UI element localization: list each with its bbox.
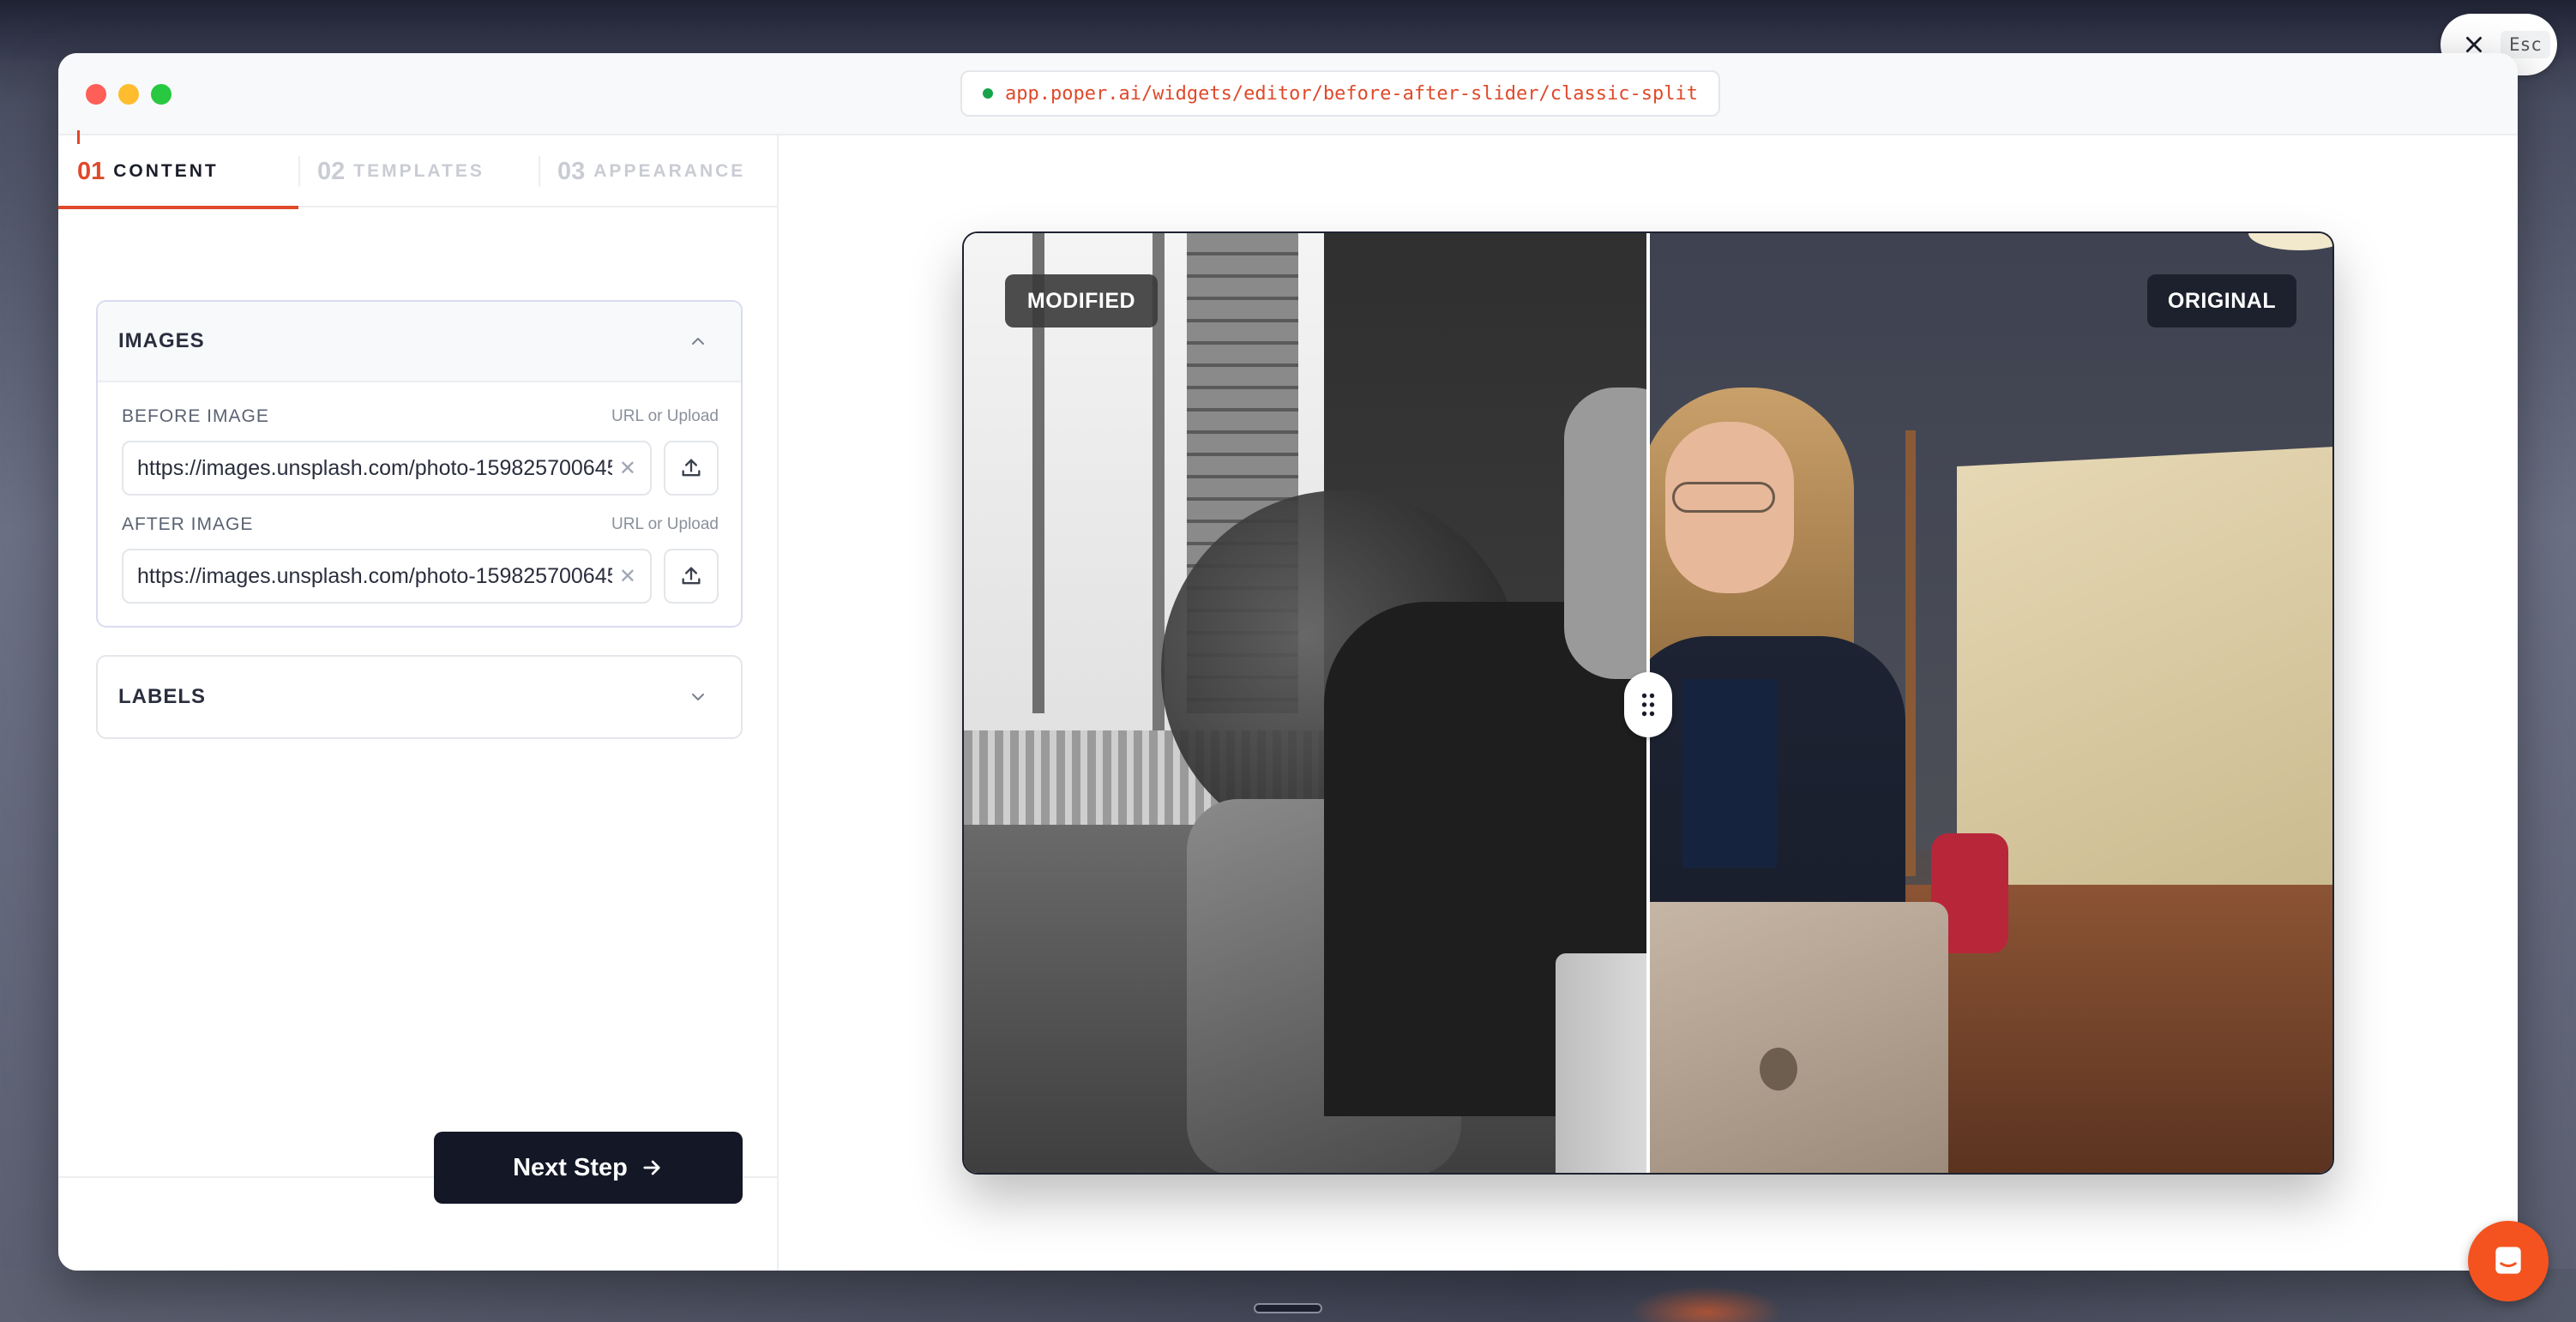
tab-marker [77,130,80,144]
tab-number: 02 [317,157,346,185]
editor-sidebar: 01 CONTENT 02 TEMPLATES 03 APPEARANCE IM… [58,130,779,1271]
tab-number: 03 [557,157,586,185]
field-label: AFTER IMAGE [122,514,254,534]
before-image-url-input[interactable] [137,455,612,481]
after-image-url-input[interactable] [137,563,612,589]
field-hint: URL or Upload [611,407,719,425]
chevron-down-icon [692,694,704,700]
modified-badge: MODIFIED [1005,274,1158,327]
step-tabs: 01 CONTENT 02 TEMPLATES 03 APPEARANCE [58,130,779,209]
apple-logo-icon [1760,1048,1797,1091]
chat-launcher-button[interactable] [2468,1221,2549,1301]
after-image-field: AFTER IMAGE URL or Upload ✕ [122,514,719,604]
slider-handle[interactable] [1624,672,1672,737]
labels-section: LABELS [96,655,743,739]
window-controls [86,84,172,105]
images-section-header[interactable]: IMAGES [98,302,741,382]
field-label: BEFORE IMAGE [122,406,269,426]
section-title: LABELS [118,685,206,708]
tab-label: CONTENT [113,161,219,181]
tab-templates[interactable]: 02 TEMPLATES [298,135,539,207]
chevron-up-icon [692,338,704,345]
close-window-button[interactable] [86,84,106,105]
upload-icon [682,459,701,477]
before-image-upload-button[interactable] [664,441,719,496]
next-step-label: Next Step [513,1153,628,1181]
before-image-field: BEFORE IMAGE URL or Upload ✕ [122,406,719,496]
after-image-upload-button[interactable] [664,549,719,604]
secure-indicator-icon [983,88,993,99]
images-section: IMAGES BEFORE IMAGE URL or Upload ✕ [96,300,743,628]
home-indicator [1254,1303,1322,1313]
before-after-slider[interactable]: MODIFIED ORIGINAL [962,231,2334,1175]
backdrop-top [0,0,2576,60]
url-text: app.poper.ai/widgets/editor/before-after… [1005,82,1698,105]
after-image-input-wrap: ✕ [122,549,652,604]
section-title: IMAGES [118,329,205,352]
tab-appearance[interactable]: 03 APPEARANCE [539,135,779,207]
address-bar[interactable]: app.poper.ai/widgets/editor/before-after… [960,70,1720,117]
clear-icon[interactable]: ✕ [619,564,636,589]
tab-number: 01 [77,157,105,185]
modified-image [964,233,1648,1173]
original-image [1648,233,2332,1173]
before-image-input-wrap: ✕ [122,441,652,496]
chat-icon [2495,1247,2521,1274]
upload-icon [682,567,701,585]
maximize-window-button[interactable] [151,84,172,105]
drag-handle-icon [1641,693,1655,717]
backdrop-bottom [0,1269,2576,1322]
title-bar: app.poper.ai/widgets/editor/before-after… [58,53,2518,135]
field-hint: URL or Upload [611,515,719,533]
arrow-right-icon [643,1160,660,1175]
minimize-window-button[interactable] [118,84,139,105]
next-step-button[interactable]: Next Step [434,1132,743,1204]
tab-label: TEMPLATES [353,161,485,181]
clear-icon[interactable]: ✕ [619,456,636,481]
tab-label: APPEARANCE [593,161,746,181]
original-badge: ORIGINAL [2147,274,2296,327]
tab-content[interactable]: 01 CONTENT [58,130,298,209]
labels-section-header[interactable]: LABELS [98,657,741,737]
